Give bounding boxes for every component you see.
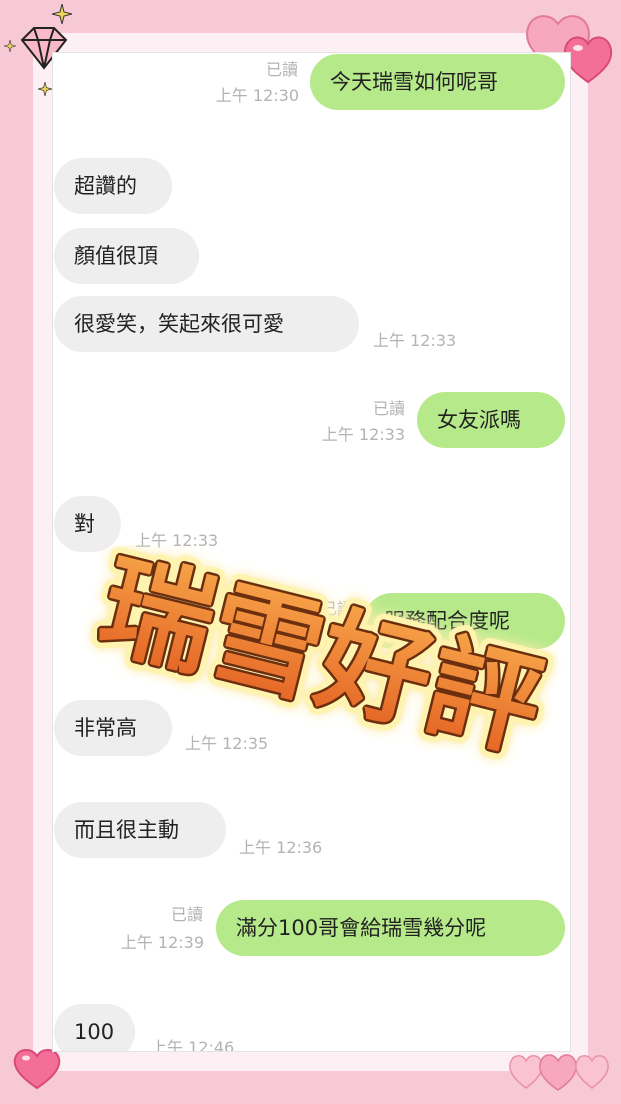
read-receipt: 已讀 <box>170 905 203 924</box>
sparkle-icon <box>38 82 52 96</box>
message-time: 上午 12:36 <box>239 838 323 857</box>
sparkle-icon <box>52 4 72 24</box>
message-bubble: 超讚的 <box>54 158 172 214</box>
message-bubble: 對 <box>54 496 121 552</box>
message-time: 上午 12:46 <box>151 1038 235 1052</box>
message-bubble: 而且很主動 <box>54 802 226 858</box>
read-receipt: 已讀 <box>372 399 405 418</box>
message-time: 上午 12:33 <box>373 331 457 350</box>
sparkle-icon <box>4 40 16 52</box>
message-time: 上午 12:39 <box>120 933 204 952</box>
message-bubble: 今天瑞雪如何呢哥 <box>310 54 565 110</box>
heart-icon <box>509 1054 609 1091</box>
message-bubble: 女友派嗎 <box>417 392 565 448</box>
message-time: 上午 12:33 <box>321 425 405 444</box>
read-receipt: 已讀 <box>265 60 298 79</box>
message-bubble: 顏值很頂 <box>54 228 199 284</box>
message-bubble: 滿分100哥會給瑞雪幾分呢 <box>216 900 565 956</box>
review-sticker: 瑞雪好評 瑞雪好評 <box>80 545 562 775</box>
sticker-title-outline: 瑞雪好評 <box>88 545 554 774</box>
message-bubble: 100 <box>54 1004 135 1051</box>
message-bubble: 很愛笑，笑起來很可愛 <box>54 296 359 352</box>
message-time: 上午 12:30 <box>215 86 299 105</box>
